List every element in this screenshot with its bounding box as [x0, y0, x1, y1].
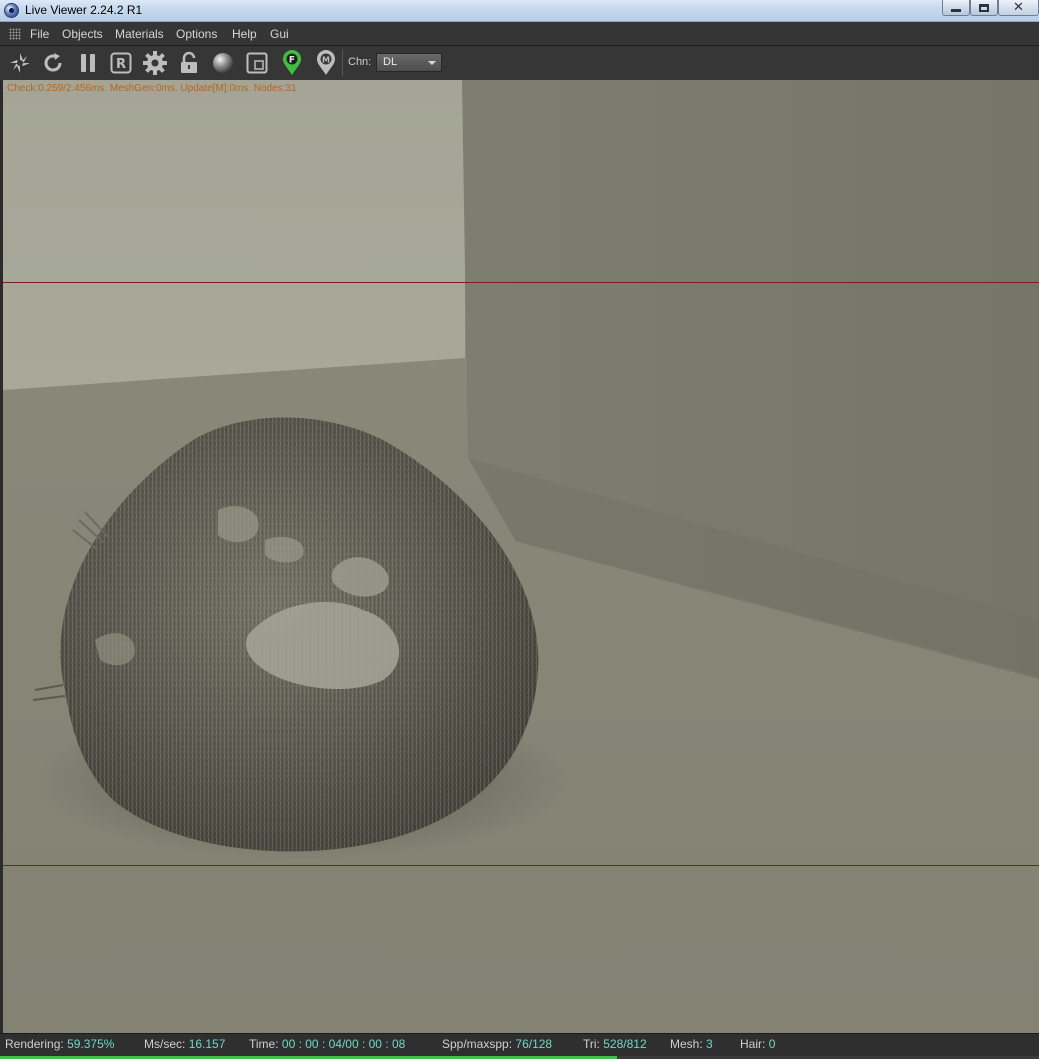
hair-value: 0	[768, 1037, 776, 1051]
spp-status: Spp/maxspp: 76/128	[442, 1037, 552, 1051]
region-render-icon[interactable]: R	[108, 50, 134, 76]
hair-label: Hair:	[740, 1037, 766, 1051]
app-logo-icon	[4, 3, 19, 18]
mssec-label: Ms/sec:	[144, 1037, 186, 1051]
channel-value: DL	[383, 56, 398, 68]
spp-label: Spp/maxspp:	[442, 1037, 513, 1051]
rendering-status: Rendering: 59.375%	[5, 1037, 114, 1051]
bounding-box-icon[interactable]	[244, 50, 270, 76]
region-bottom-line[interactable]	[3, 865, 1039, 866]
settings-gear-icon[interactable]	[142, 50, 168, 76]
refresh-icon[interactable]	[40, 50, 66, 76]
tri-status: Tri: 528/812	[583, 1037, 647, 1051]
lock-icon[interactable]	[176, 50, 202, 76]
focus-pin-icon[interactable]: F	[279, 50, 305, 76]
window-title: Live Viewer 2.24.2 R1	[25, 3, 143, 17]
region-top-line[interactable]	[3, 282, 1039, 283]
material-pin-letter: M	[322, 56, 330, 65]
menu-gui[interactable]: Gui	[270, 27, 289, 41]
hair-status: Hair: 0	[740, 1037, 775, 1051]
menu-materials[interactable]: Materials	[115, 27, 164, 41]
time-status: Time: 00 : 00 : 04/00 : 00 : 08	[249, 1037, 405, 1051]
render-stats-overlay: Check:0.259/2.456ms. MeshGen:0ms. Update…	[7, 83, 297, 94]
svg-text:R: R	[116, 57, 126, 72]
maximize-icon	[979, 3, 989, 12]
rendering-label: Rendering:	[5, 1037, 64, 1051]
channel-label: Chn:	[348, 56, 372, 68]
toolbar: R F M Chn: DL	[0, 46, 1039, 80]
title-bar[interactable]: Live Viewer 2.24.2 R1 ✕	[0, 0, 1039, 22]
close-button[interactable]: ✕	[998, 0, 1039, 16]
menu-options[interactable]: Options	[176, 27, 217, 41]
chevron-down-icon	[428, 61, 436, 65]
material-pin-icon[interactable]: M	[313, 50, 339, 76]
spp-value: 76/128	[515, 1037, 553, 1051]
mesh-status: Mesh: 3	[670, 1037, 713, 1051]
focus-pin-letter: F	[289, 56, 295, 66]
tri-label: Tri:	[583, 1037, 600, 1051]
render-scene-image	[3, 80, 1039, 1033]
mssec-status: Ms/sec: 16.157	[144, 1037, 225, 1051]
menu-help[interactable]: Help	[232, 27, 257, 41]
rendering-value: 59.375%	[67, 1037, 115, 1051]
menu-bar: File Objects Materials Options Help Gui	[0, 22, 1039, 46]
material-sphere-icon[interactable]	[210, 50, 236, 76]
pause-icon[interactable]	[75, 50, 101, 76]
mssec-value: 16.157	[188, 1037, 226, 1051]
status-bar: Rendering: 59.375% Ms/sec: 16.157 Time: …	[0, 1033, 1039, 1059]
minimize-icon	[951, 9, 961, 12]
render-viewport[interactable]: Check:0.259/2.456ms. MeshGen:0ms. Update…	[3, 80, 1039, 1033]
minimize-button[interactable]	[942, 0, 970, 16]
time-label: Time:	[249, 1037, 279, 1051]
tri-value: 528/812	[603, 1037, 647, 1051]
channel-dropdown[interactable]: DL	[376, 53, 442, 72]
menu-objects[interactable]: Objects	[62, 27, 103, 41]
close-icon: ✕	[1013, 0, 1024, 15]
maximize-button[interactable]	[970, 0, 998, 16]
grip-handle-icon[interactable]	[9, 28, 21, 40]
menu-file[interactable]: File	[30, 27, 49, 41]
render-aperture-icon[interactable]	[7, 50, 33, 76]
mesh-label: Mesh:	[670, 1037, 703, 1051]
toolbar-divider	[342, 50, 343, 76]
mesh-value: 3	[706, 1037, 713, 1051]
time-value: 00 : 00 : 04/00 : 00 : 08	[281, 1037, 406, 1051]
